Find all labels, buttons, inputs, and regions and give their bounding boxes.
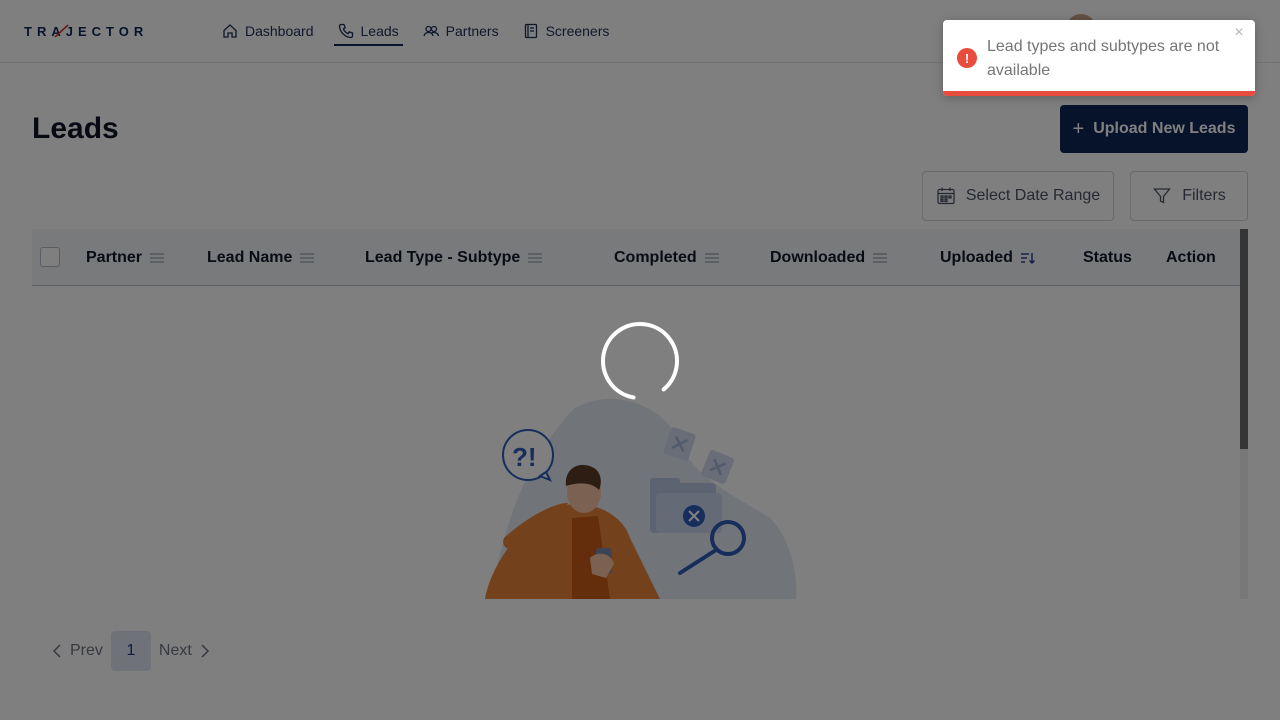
close-icon[interactable]: × [1232,25,1246,41]
error-icon: ! [957,48,977,68]
toast-message: Lead types and subtypes are not availabl… [987,38,1220,79]
error-toast: ! Lead types and subtypes are not availa… [943,20,1255,96]
toast-progress-bar [943,91,1255,96]
loading-spinner-icon [601,322,679,400]
